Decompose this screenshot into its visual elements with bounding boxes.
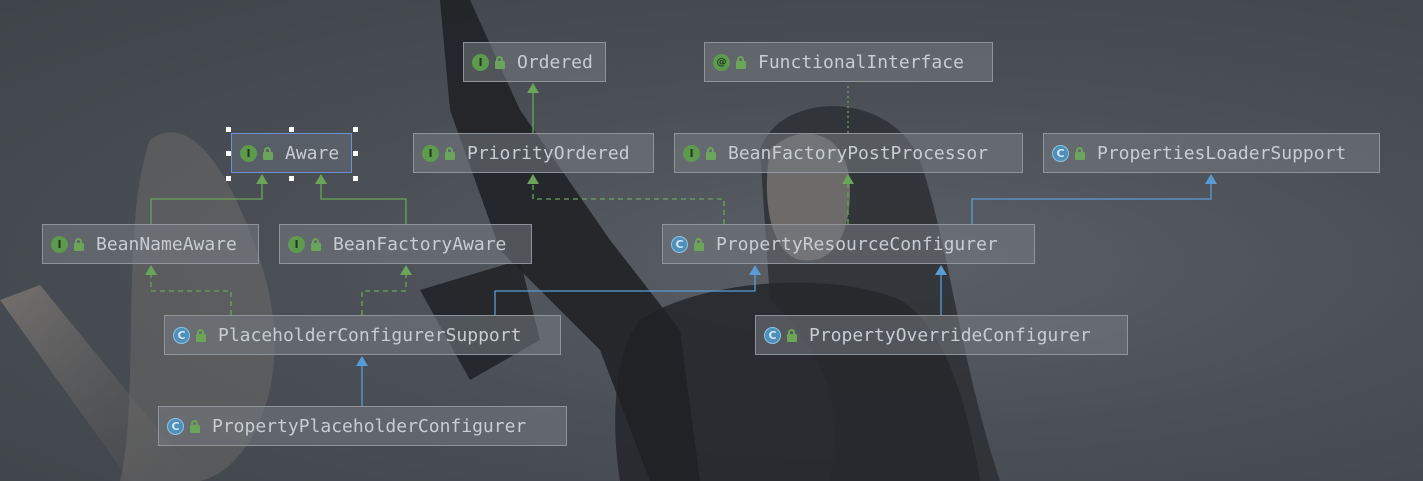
- node-placeholder-configurer-support[interactable]: C PlaceholderConfigurerSupport: [164, 315, 561, 355]
- node-label: PropertyResourceConfigurer: [716, 233, 998, 255]
- selection-handle[interactable]: [353, 127, 358, 132]
- lock-icon: [1073, 146, 1087, 160]
- node-label: PriorityOrdered: [467, 142, 630, 164]
- lock-icon: [704, 146, 718, 160]
- node-ordered[interactable]: I Ordered: [463, 42, 606, 82]
- arrowhead: [749, 265, 761, 275]
- node-aware[interactable]: I Aware: [231, 133, 352, 173]
- node-label: PropertyPlaceholderConfigurer: [212, 415, 527, 437]
- arrowhead: [842, 174, 854, 184]
- class-icon: C: [764, 326, 781, 344]
- edge-pcs-beanfactoryaware: [361, 274, 407, 315]
- node-bean-factory-aware[interactable]: I BeanFactoryAware: [279, 224, 532, 264]
- lock-icon: [188, 419, 202, 433]
- selection-handle[interactable]: [353, 176, 358, 181]
- class-icon: C: [1052, 144, 1069, 162]
- lock-icon: [692, 237, 706, 251]
- selection-handle[interactable]: [289, 176, 294, 181]
- arrowhead: [256, 174, 268, 184]
- node-functional-interface[interactable]: @ FunctionalInterface: [704, 42, 993, 82]
- lock-icon: [72, 237, 86, 251]
- edge-beanfactoryaware-aware: [320, 183, 407, 224]
- edge-prc-priorityordered: [532, 183, 725, 224]
- node-property-placeholder-configurer[interactable]: C PropertyPlaceholderConfigurer: [158, 406, 567, 446]
- selection-handle[interactable]: [353, 151, 358, 156]
- lock-icon: [734, 55, 748, 69]
- node-label: PlaceholderConfigurerSupport: [218, 324, 522, 346]
- node-label: BeanNameAware: [96, 233, 237, 255]
- node-label: PropertyOverrideConfigurer: [809, 324, 1091, 346]
- arrowhead: [935, 265, 947, 275]
- interface-icon: I: [51, 235, 68, 253]
- lock-icon: [194, 328, 208, 342]
- selection-handle[interactable]: [226, 151, 231, 156]
- class-icon: C: [167, 417, 184, 435]
- node-label: Ordered: [517, 51, 593, 73]
- interface-icon: I: [683, 144, 700, 162]
- edge-pcs-prc: [494, 274, 756, 315]
- annotation-icon: @: [713, 53, 730, 71]
- lock-icon: [493, 55, 507, 69]
- lock-icon: [309, 237, 323, 251]
- arrowhead: [527, 174, 539, 184]
- node-property-resource-configurer[interactable]: C PropertyResourceConfigurer: [662, 224, 1035, 264]
- edge-beannameaware-aware: [150, 183, 263, 224]
- arrowhead: [145, 265, 157, 275]
- lock-icon: [443, 146, 457, 160]
- edge-pcs-beannameaware: [150, 274, 232, 315]
- interface-icon: I: [240, 144, 257, 162]
- class-icon: C: [173, 326, 190, 344]
- node-bean-factory-post-processor[interactable]: I BeanFactoryPostProcessor: [674, 133, 1023, 173]
- node-bean-name-aware[interactable]: I BeanNameAware: [42, 224, 259, 264]
- lock-icon: [785, 328, 799, 342]
- interface-icon: I: [472, 53, 489, 71]
- arrowhead: [1205, 174, 1217, 184]
- node-label: Aware: [285, 142, 340, 164]
- node-label: BeanFactoryPostProcessor: [728, 142, 989, 164]
- arrowhead: [315, 174, 327, 184]
- node-priority-ordered[interactable]: I PriorityOrdered: [413, 133, 654, 173]
- selection-handle[interactable]: [226, 127, 231, 132]
- interface-icon: I: [288, 235, 305, 253]
- node-label: FunctionalInterface: [758, 51, 964, 73]
- class-icon: C: [671, 235, 688, 253]
- node-label: PropertiesLoaderSupport: [1097, 142, 1347, 164]
- arrowhead: [400, 265, 412, 275]
- node-property-override-configurer[interactable]: C PropertyOverrideConfigurer: [755, 315, 1128, 355]
- edge-prc-propertiesloadersupport: [971, 183, 1212, 224]
- lock-icon: [261, 146, 275, 160]
- node-label: BeanFactoryAware: [333, 233, 507, 255]
- interface-icon: I: [422, 144, 439, 162]
- selection-handle[interactable]: [226, 176, 231, 181]
- selection-handle[interactable]: [289, 127, 294, 132]
- node-properties-loader-support[interactable]: C PropertiesLoaderSupport: [1043, 133, 1380, 173]
- arrowhead: [527, 83, 539, 93]
- arrowhead: [356, 356, 368, 366]
